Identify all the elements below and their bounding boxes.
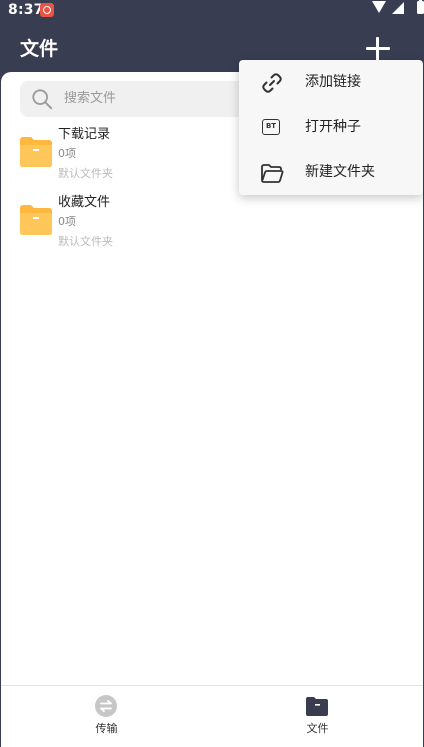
folder-name: 下载记录 <box>58 127 111 142</box>
nav-item-files[interactable]: 文件 <box>212 686 423 747</box>
bt-badge: BT <box>262 119 280 135</box>
folder-count: 0项 <box>58 215 76 228</box>
status-bar: 8:37 <box>0 0 424 22</box>
transfer-icon <box>95 695 117 717</box>
add-button[interactable] <box>364 35 392 63</box>
folder-item-favorites[interactable]: 收藏文件 0项 默认文件夹 <box>1 191 423 257</box>
folder-name: 收藏文件 <box>58 195 111 210</box>
menu-item-open-torrent[interactable]: BT 打开种子 <box>239 105 423 150</box>
nav-item-transfer[interactable]: 传输 <box>1 686 212 747</box>
menu-label: 打开种子 <box>305 119 361 135</box>
search-icon <box>32 89 53 110</box>
folder-icon <box>20 137 52 167</box>
wifi-icon <box>372 1 386 13</box>
nav-label: 文件 <box>306 722 329 735</box>
folder-count: 0项 <box>58 147 76 160</box>
menu-item-new-folder[interactable]: 新建文件夹 <box>239 150 423 195</box>
bt-torrent-icon: BT <box>260 116 284 140</box>
folder-type: 默认文件夹 <box>58 235 113 248</box>
popup-menu: 添加链接 BT 打开种子 新建文件夹 <box>239 60 423 195</box>
notification-icon <box>40 3 54 17</box>
folder-icon <box>306 697 328 716</box>
signal-icon <box>392 2 404 14</box>
menu-label: 新建文件夹 <box>305 164 375 180</box>
status-time: 8:37 <box>8 2 44 18</box>
battery-icon <box>417 0 424 14</box>
link-icon <box>262 73 282 93</box>
folder-open-icon <box>261 164 284 183</box>
menu-label: 添加链接 <box>305 74 361 90</box>
menu-item-add-link[interactable]: 添加链接 <box>239 60 423 105</box>
folder-type: 默认文件夹 <box>58 167 113 180</box>
nav-label: 传输 <box>95 722 118 735</box>
bottom-nav: 传输 文件 <box>1 685 423 747</box>
page-title: 文件 <box>20 38 59 60</box>
folder-icon <box>20 205 52 235</box>
